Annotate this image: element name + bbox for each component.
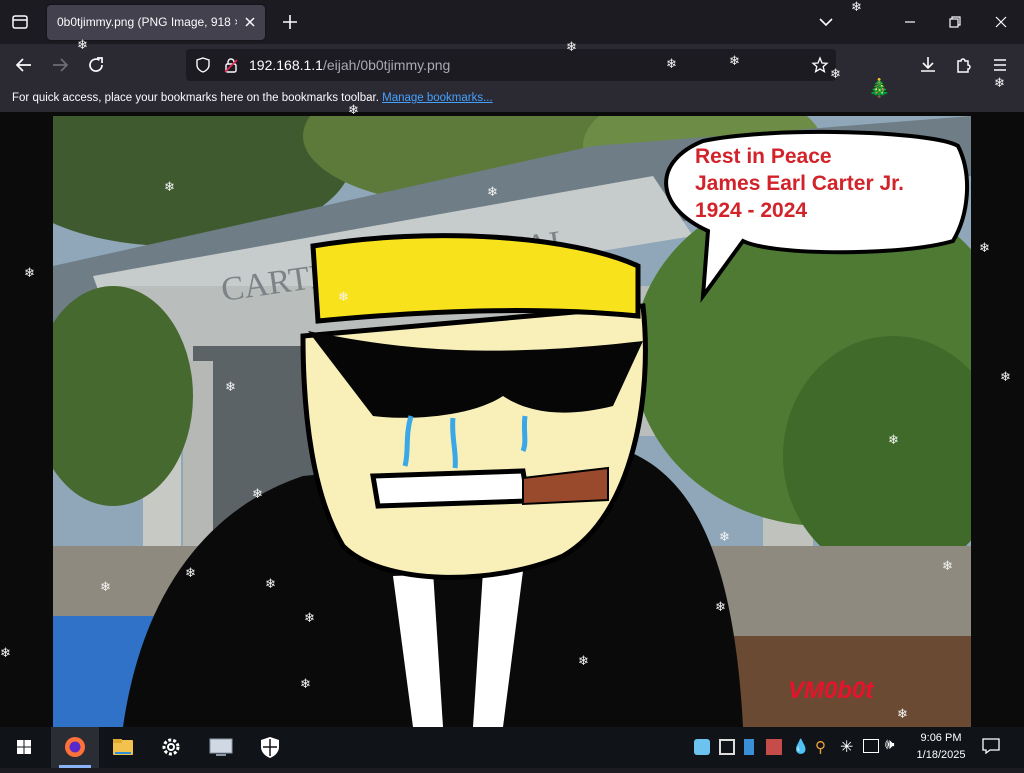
remote-desktop-icon[interactable]: [197, 727, 245, 768]
shield-icon[interactable]: [194, 56, 212, 74]
lock-icon[interactable]: [222, 56, 240, 74]
url-path: /eijah/0b0tjimmy.png: [322, 57, 451, 73]
displayed-image[interactable]: CARTER CENTENTIAL: [53, 116, 971, 727]
tray-snowflake-icon[interactable]: ✳: [840, 737, 853, 757]
settings-icon[interactable]: [147, 727, 195, 768]
bookmarks-toolbar: For quick access, place your bookmarks h…: [0, 86, 1024, 113]
tray-store-icon[interactable]: [766, 739, 782, 755]
maximize-icon[interactable]: [941, 8, 969, 36]
tray-screen-icon[interactable]: [719, 739, 735, 755]
speech-line-1: Rest in Peace: [695, 145, 832, 168]
url-text: 192.168.1.1/eijah/0b0tjimmy.png: [249, 57, 450, 73]
menu-icon[interactable]: [987, 52, 1013, 78]
notifications-icon[interactable]: [982, 738, 1000, 755]
download-icon[interactable]: [915, 52, 941, 78]
tab-list-icon[interactable]: [8, 10, 32, 34]
bookmarks-message: For quick access, place your bookmarks h…: [12, 92, 493, 104]
windows-taskbar: 💧 ⚲ ✳ 🕪 9:06 PM 1/18/2025: [0, 727, 1024, 768]
star-icon[interactable]: [811, 56, 829, 74]
minimize-icon[interactable]: [896, 8, 924, 36]
start-icon[interactable]: [0, 727, 48, 768]
file-explorer-icon[interactable]: [99, 727, 147, 768]
clock-date[interactable]: 1/18/2025: [906, 749, 976, 761]
firefox-icon[interactable]: [51, 727, 99, 768]
url-host: 192.168.1.1: [249, 57, 323, 73]
tray-search-icon[interactable]: ⚲: [815, 738, 831, 756]
artist-signature: VM0b0t: [788, 677, 874, 704]
navigation-toolbar: 192.168.1.1/eijah/0b0tjimmy.png: [0, 44, 1024, 86]
tray-network-icon[interactable]: [863, 739, 879, 753]
manage-bookmarks-link[interactable]: Manage bookmarks...: [382, 92, 493, 104]
tray-volume-icon[interactable]: 🕪: [885, 736, 894, 753]
tab-close-icon[interactable]: [241, 13, 259, 31]
bookmarks-message-text: For quick access, place your bookmarks h…: [12, 92, 379, 104]
reload-icon[interactable]: [83, 52, 109, 78]
new-tab-icon[interactable]: [278, 10, 302, 34]
image-viewer: CARTER CENTENTIAL: [0, 113, 1024, 727]
speech-line-3: 1924 - 2024: [695, 199, 807, 222]
close-icon[interactable]: [987, 8, 1015, 36]
extensions-icon[interactable]: [951, 52, 977, 78]
tray-app-icon[interactable]: [694, 739, 710, 755]
tray-phone-icon[interactable]: [744, 739, 754, 755]
speech-line-2: James Earl Carter Jr.: [695, 172, 904, 195]
tray-drop-icon[interactable]: 💧: [792, 738, 809, 755]
tab-title: 0b0tjimmy.png (PNG Image, 918 ×: [57, 15, 237, 29]
meme-image: CARTER CENTENTIAL: [53, 116, 971, 727]
back-icon[interactable]: [11, 52, 37, 78]
clock-time[interactable]: 9:06 PM: [906, 732, 976, 744]
tab-bar: 0b0tjimmy.png (PNG Image, 918 ×: [0, 0, 1024, 44]
windows-security-icon[interactable]: [246, 727, 294, 768]
url-bar[interactable]: 192.168.1.1/eijah/0b0tjimmy.png: [186, 49, 836, 81]
active-tab[interactable]: 0b0tjimmy.png (PNG Image, 918 ×: [47, 5, 265, 40]
forward-icon[interactable]: [47, 52, 73, 78]
list-all-tabs-icon[interactable]: [814, 10, 838, 34]
